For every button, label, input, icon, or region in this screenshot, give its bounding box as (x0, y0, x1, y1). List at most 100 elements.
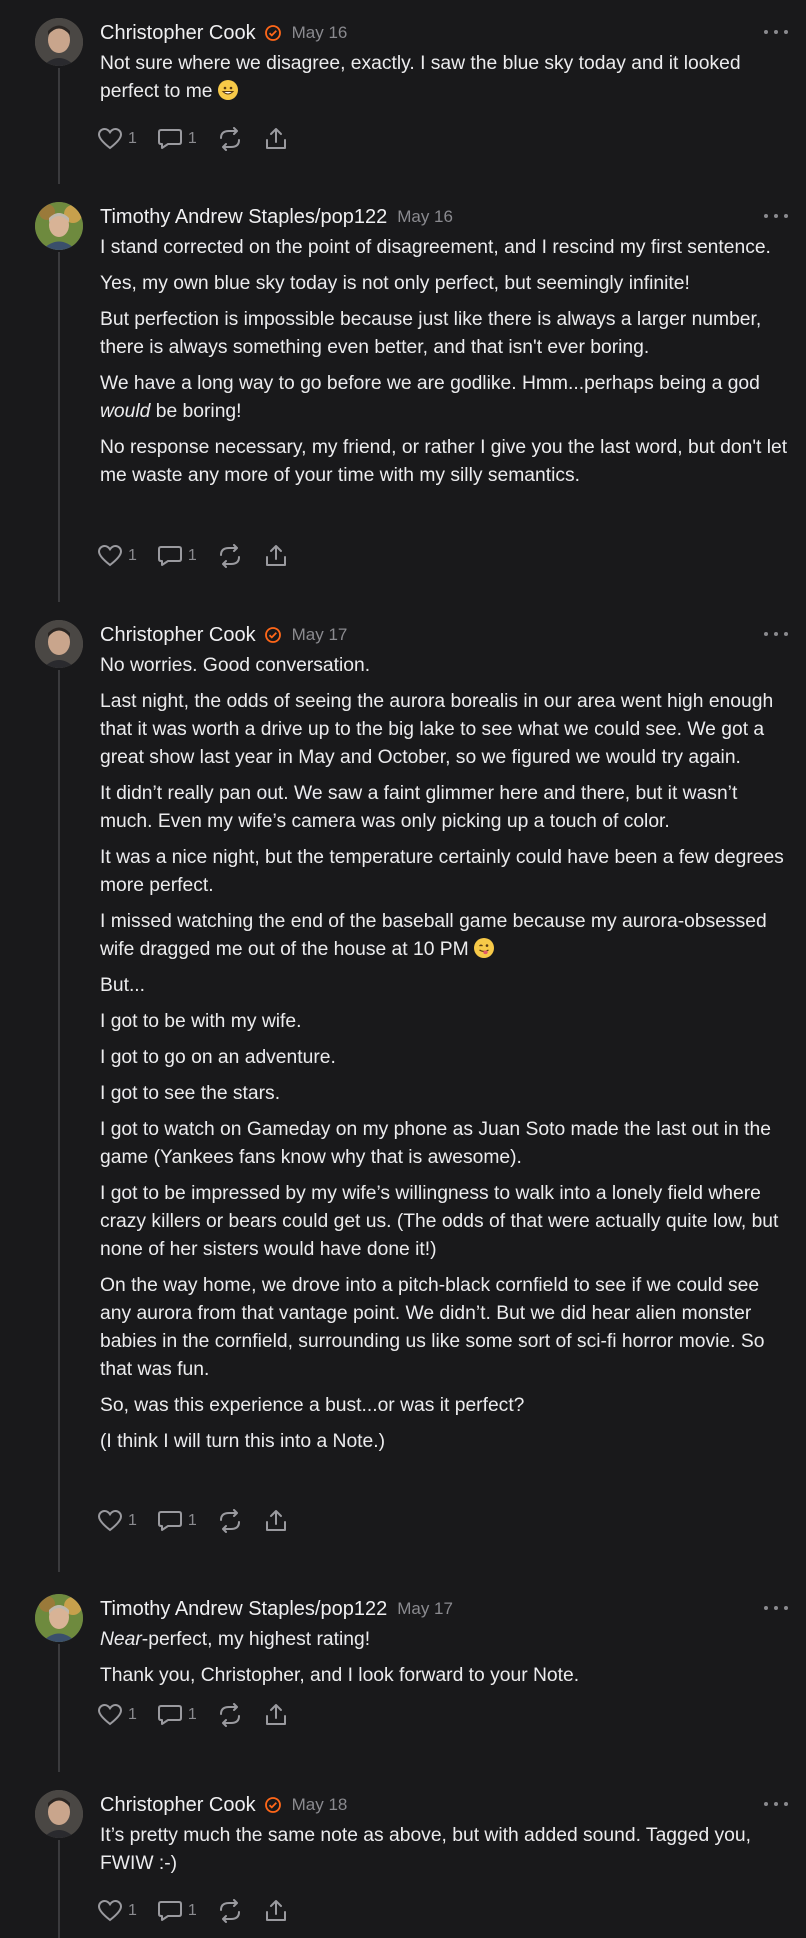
note-paragraph: Not sure where we disagree, exactly. I s… (100, 53, 741, 102)
grinning-face-emoji (217, 80, 238, 100)
note-card[interactable]: Timothy Andrew Staples/pop122 May 17 Nea… (0, 1576, 806, 1772)
avatar[interactable] (35, 620, 83, 668)
restack-button[interactable] (217, 1509, 243, 1533)
comment-count: 1 (187, 547, 197, 564)
note-paragraph: I stand corrected on the point of disagr… (100, 237, 771, 258)
more-icon[interactable] (764, 206, 788, 226)
heart-icon (97, 544, 123, 567)
comment-button[interactable]: 1 (157, 127, 197, 151)
note-card[interactable]: Timothy Andrew Staples/pop122 May 16 I s… (0, 184, 806, 602)
restack-icon (219, 1703, 240, 1727)
note-paragraph: I got to be with my wife. (100, 1011, 302, 1032)
author-name[interactable]: Christopher Cook (100, 624, 256, 647)
share-icon (265, 1704, 286, 1725)
note-body: Not sure where we disagree, exactly. I s… (100, 50, 790, 114)
heart-icon (97, 127, 123, 150)
note-paragraph: It was a nice night, but the temperature… (100, 847, 784, 896)
thread-line (58, 670, 60, 1572)
author-name[interactable]: Christopher Cook (100, 22, 256, 45)
note-body: Near-perfect, my highest rating! Thank y… (100, 1626, 790, 1698)
note-card[interactable]: Christopher Cook May 18 It’s pretty much… (0, 1772, 806, 1938)
note-paragraph: I got to go on an adventure. (100, 1047, 336, 1068)
note-paragraph: But perfection is impossible because jus… (100, 309, 762, 358)
heart-icon (97, 1703, 123, 1726)
more-icon[interactable] (764, 624, 788, 644)
note-date[interactable]: May 17 (397, 1599, 453, 1619)
share-icon (265, 1900, 286, 1921)
comment-button[interactable]: 1 (157, 1703, 197, 1727)
comment-count: 1 (187, 130, 197, 147)
share-button[interactable] (263, 544, 289, 568)
comment-button[interactable]: 1 (157, 544, 197, 568)
note-actions: 1 1 (97, 1896, 309, 1926)
avatar[interactable] (35, 202, 83, 250)
note-paragraph: Near-perfect, my highest rating! (100, 1629, 371, 1650)
share-icon (265, 1510, 286, 1531)
italic-text: Near (100, 1629, 142, 1650)
like-button[interactable]: 1 (97, 1899, 137, 1923)
like-button[interactable]: 1 (97, 1703, 137, 1727)
note-paragraph: It didn’t really pan out. We saw a faint… (100, 783, 738, 832)
note-paragraph: No worries. Good conversation. (100, 655, 371, 676)
notes-thread: Christopher Cook May 16 Not sure where w… (0, 0, 806, 1938)
comment-icon (157, 129, 182, 149)
note-paragraph: So, was this experience a bust...or was … (100, 1395, 525, 1416)
note-actions: 1 1 (97, 541, 309, 571)
restack-button[interactable] (217, 544, 243, 568)
like-count: 1 (128, 1902, 137, 1919)
winking-tongue-face-emoji (474, 938, 495, 958)
note-paragraph: It’s pretty much the same note as above,… (100, 1825, 751, 1874)
avatar[interactable] (35, 18, 83, 66)
share-button[interactable] (263, 127, 289, 151)
author-name[interactable]: Timothy Andrew Staples/pop122 (100, 206, 387, 229)
comment-button[interactable]: 1 (157, 1899, 197, 1923)
author-name[interactable]: Christopher Cook (100, 1794, 256, 1817)
comment-icon (157, 546, 182, 566)
comment-button[interactable]: 1 (157, 1509, 197, 1533)
comment-icon (157, 1511, 182, 1531)
share-button[interactable] (263, 1899, 289, 1923)
more-icon[interactable] (764, 22, 788, 42)
like-count: 1 (128, 130, 137, 147)
note-paragraph: I got to be impressed by my wife’s willi… (100, 1183, 779, 1260)
comment-count: 1 (187, 1706, 197, 1723)
comment-count: 1 (187, 1512, 197, 1529)
like-button[interactable]: 1 (97, 1509, 137, 1533)
like-count: 1 (128, 1512, 137, 1529)
restack-icon (219, 127, 240, 151)
verified-badge-icon (264, 627, 281, 643)
share-button[interactable] (263, 1703, 289, 1727)
note-paragraph: I got to see the stars. (100, 1083, 281, 1104)
author-name[interactable]: Timothy Andrew Staples/pop122 (100, 1598, 387, 1621)
restack-icon (219, 544, 240, 568)
note-paragraph: We have a long way to go before we are g… (100, 373, 760, 422)
note-paragraph: I got to watch on Gameday on my phone as… (100, 1119, 771, 1168)
restack-button[interactable] (217, 1703, 243, 1727)
note-date[interactable]: May 16 (292, 23, 348, 43)
share-button[interactable] (263, 1509, 289, 1533)
restack-button[interactable] (217, 1899, 243, 1923)
italic-text: would (100, 401, 151, 422)
note-card[interactable]: Christopher Cook May 16 Not sure where w… (0, 0, 806, 184)
note-paragraph: Last night, the odds of seeing the auror… (100, 691, 774, 768)
like-button[interactable]: 1 (97, 127, 137, 151)
avatar[interactable] (35, 1594, 83, 1642)
heart-icon (97, 1509, 123, 1532)
heart-icon (97, 1899, 123, 1922)
note-date[interactable]: May 17 (292, 625, 348, 645)
like-button[interactable]: 1 (97, 544, 137, 568)
avatar[interactable] (35, 1790, 83, 1838)
restack-icon (219, 1509, 240, 1533)
note-actions: 1 1 (97, 1506, 309, 1536)
more-icon[interactable] (764, 1598, 788, 1618)
share-icon (265, 545, 286, 566)
note-date[interactable]: May 16 (397, 207, 453, 227)
note-card[interactable]: Christopher Cook May 17 No worries. Good… (0, 602, 806, 1582)
note-paragraph: But... (100, 975, 146, 996)
verified-badge-icon (264, 1797, 281, 1813)
restack-button[interactable] (217, 127, 243, 151)
more-icon[interactable] (764, 1794, 788, 1814)
note-paragraph: I missed watching the end of the basebal… (100, 911, 767, 960)
note-date[interactable]: May 18 (292, 1795, 348, 1815)
note-paragraph: Yes, my own blue sky today is not only p… (100, 273, 690, 294)
